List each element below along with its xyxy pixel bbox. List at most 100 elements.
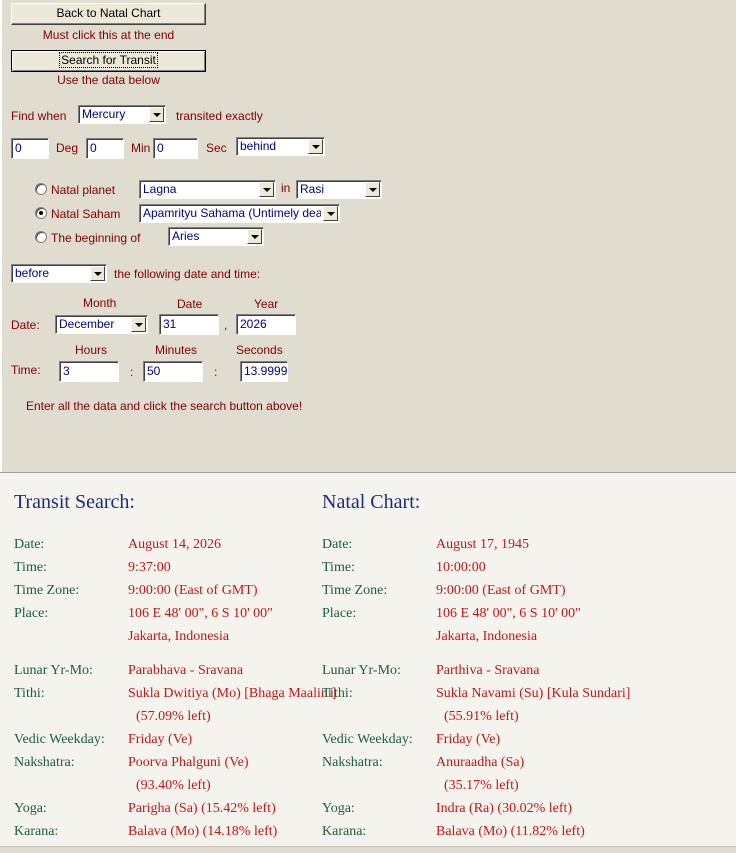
- before-after-select[interactable]: before: [11, 264, 107, 283]
- seconds-input[interactable]: 13.9999866: [240, 361, 288, 382]
- date-comma: ,: [224, 318, 228, 332]
- saham-select-value: Apamrityu Sahama (Untimely death (ba: [143, 206, 321, 220]
- natal-karana-key: Karana:: [322, 824, 367, 839]
- hours-input[interactable]: 3: [59, 361, 119, 382]
- min-label: Min: [131, 141, 151, 155]
- chevron-down-icon[interactable]: [259, 182, 274, 197]
- transit-date-key: Date:: [14, 537, 45, 552]
- search-button-label: Search for Transit: [59, 52, 158, 68]
- time-colon-1: :: [130, 365, 134, 379]
- transit-nakshatra-key: Nakshatra:: [14, 755, 75, 770]
- chevron-down-icon[interactable]: [323, 206, 338, 221]
- natal-lunar-value: Parthiva - Sravana: [436, 663, 540, 678]
- transit-time-value: 9:37:00: [128, 560, 171, 575]
- natal-saham-radio[interactable]: [35, 207, 47, 219]
- seconds-offset-input[interactable]: 0: [153, 138, 198, 159]
- transit-weekday-key: Vedic Weekday:: [14, 732, 105, 747]
- in-label: in: [281, 181, 291, 195]
- chevron-down-icon[interactable]: [247, 229, 262, 244]
- natal-nakshatra-value: Anuraadha (Sa): [436, 755, 525, 770]
- minutes-input[interactable]: 50: [143, 361, 203, 382]
- back-button-label: Back to Natal Chart: [56, 6, 161, 20]
- transit-karana-key: Karana:: [14, 824, 59, 839]
- month-select-value: December: [59, 317, 115, 331]
- natal-planet-select-value: Lagna: [143, 182, 177, 196]
- beginning-select-value: Aries: [172, 229, 200, 243]
- transit-nakshatra-left: (93.40% left): [136, 778, 211, 793]
- natal-tz-key: Time Zone:: [322, 583, 388, 598]
- before-after-value: before: [15, 266, 50, 280]
- transit-tz-value: 9:00:00 (East of GMT): [128, 583, 258, 598]
- chevron-down-icon[interactable]: [90, 266, 105, 281]
- natal-planet-select[interactable]: Lagna: [139, 180, 276, 199]
- beginning-of-radio[interactable]: [35, 231, 47, 243]
- chevron-down-icon[interactable]: [131, 317, 146, 332]
- date-row-label: Date:: [11, 318, 40, 332]
- transit-karana-value: Balava (Mo) (14.18% left): [128, 824, 278, 839]
- natal-time-value: 10:00:00: [436, 560, 486, 575]
- sec-label: Sec: [206, 141, 227, 155]
- natal-planet-radio[interactable]: [35, 183, 47, 195]
- natal-lunar-key: Lunar Yr-Mo:: [322, 663, 401, 678]
- transited-label: transited exactly: [176, 109, 263, 123]
- transit-heading: Transit Search:: [14, 491, 135, 513]
- natal-heading: Natal Chart:: [322, 491, 421, 513]
- beginning-of-label: The beginning of: [51, 231, 141, 245]
- deg-label: Deg: [56, 141, 79, 155]
- time-colon-2: :: [214, 365, 218, 379]
- direction-select-value: behind: [240, 139, 277, 153]
- transit-tz-key: Time Zone:: [14, 583, 80, 598]
- transit-lunar-key: Lunar Yr-Mo:: [14, 663, 93, 678]
- time-row-label: Time:: [11, 363, 41, 377]
- transit-yoga-value: Parigha (Sa) (15.42% left): [128, 801, 276, 816]
- saham-select[interactable]: Apamrityu Sahama (Untimely death (ba: [139, 204, 340, 223]
- rasi-select-value: Rasi: [300, 182, 325, 196]
- transit-lunar-value: Parabhava - Sravana: [128, 663, 244, 678]
- natal-time-key: Time:: [322, 560, 355, 575]
- direction-select[interactable]: behind: [236, 137, 325, 156]
- minutes-header: Minutes: [155, 343, 198, 357]
- natal-date-key: Date:: [322, 537, 353, 552]
- rasi-select[interactable]: Rasi: [296, 180, 382, 199]
- natal-place-key: Place:: [322, 606, 357, 621]
- natal-tz-value: 9:00:00 (East of GMT): [436, 583, 566, 598]
- beginning-select[interactable]: Aries: [168, 227, 264, 246]
- natal-place-coords: 106 E 48' 00", 6 S 10' 00": [436, 606, 581, 621]
- transit-tithi-left: (57.09% left): [136, 709, 211, 724]
- natal-planet-label: Natal planet: [51, 183, 116, 197]
- transit-date-value: August 14, 2026: [128, 537, 221, 552]
- transit-place-city: Jakarta, Indonesia: [128, 629, 230, 644]
- search-for-transit-button[interactable]: Search for Transit: [11, 50, 206, 72]
- bottom-edge: [0, 846, 736, 853]
- natal-tithi-key: Tithi:: [322, 686, 353, 701]
- chevron-down-icon[interactable]: [149, 107, 164, 122]
- minutes-offset-input[interactable]: 0: [86, 138, 124, 159]
- date-header: Date: [177, 297, 203, 311]
- chevron-down-icon[interactable]: [365, 182, 380, 197]
- natal-weekday-value: Friday (Ve): [436, 732, 501, 747]
- month-header: Month: [83, 296, 117, 310]
- natal-yoga-key: Yoga:: [322, 801, 355, 816]
- back-to-natal-chart-button[interactable]: Back to Natal Chart: [11, 3, 206, 25]
- natal-tithi-left: (55.91% left): [444, 709, 519, 724]
- degrees-input[interactable]: 0: [11, 138, 49, 159]
- natal-yoga-value: Indra (Ra) (30.02% left): [436, 801, 573, 816]
- natal-place-city: Jakarta, Indonesia: [436, 629, 538, 644]
- transit-place-key: Place:: [14, 606, 49, 621]
- natal-nakshatra-key: Nakshatra:: [322, 755, 383, 770]
- planet-select-value: Mercury: [82, 107, 126, 121]
- chevron-down-icon[interactable]: [308, 139, 323, 154]
- month-select[interactable]: December: [55, 315, 148, 334]
- back-hint: Must click this at the end: [42, 28, 175, 42]
- natal-karana-value: Balava (Mo) (11.82% left): [436, 824, 585, 839]
- natal-saham-label: Natal Saham: [51, 207, 121, 221]
- natal-weekday-key: Vedic Weekday:: [322, 732, 413, 747]
- natal-date-value: August 17, 1945: [436, 537, 529, 552]
- planet-select[interactable]: Mercury: [78, 105, 166, 124]
- natal-tithi-value: Sukla Navami (Su) [Kula Sundari]: [436, 686, 631, 701]
- day-input[interactable]: 31: [159, 314, 219, 335]
- year-input[interactable]: 2026: [236, 314, 296, 335]
- find-when-label: Find when: [11, 109, 67, 123]
- hours-header: Hours: [75, 343, 108, 357]
- transit-place-coords: 106 E 48' 00", 6 S 10' 00": [128, 606, 273, 621]
